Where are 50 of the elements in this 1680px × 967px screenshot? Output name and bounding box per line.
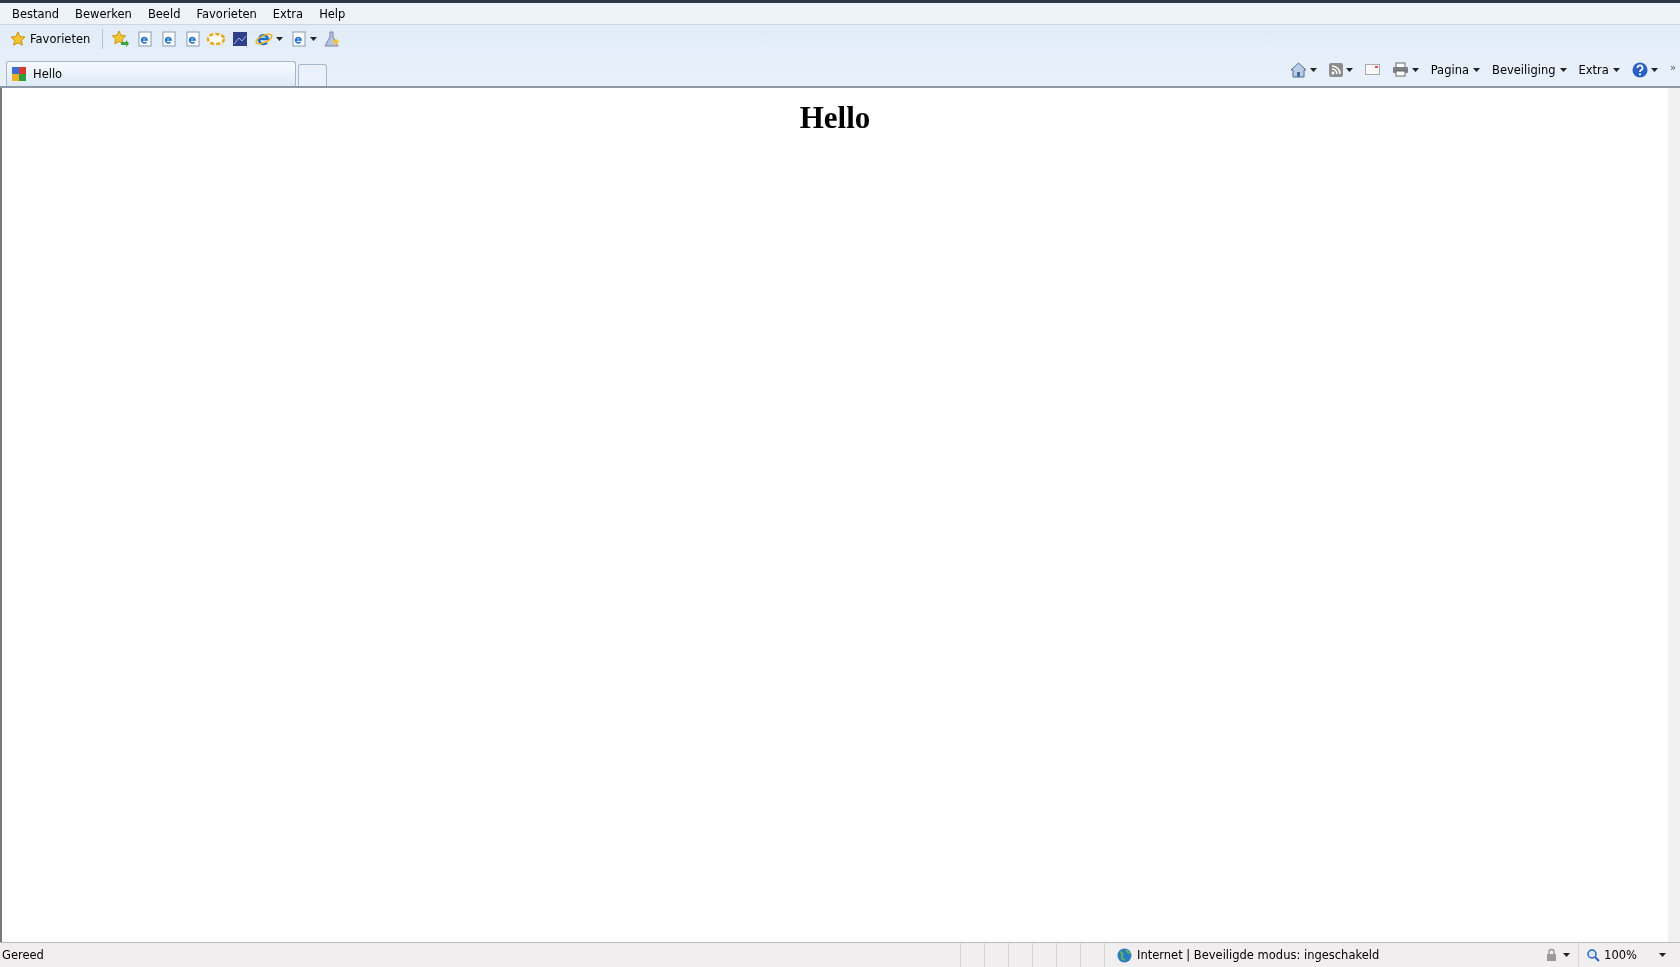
- page-icon[interactable]: [135, 30, 154, 48]
- page-icon[interactable]: [289, 30, 308, 48]
- page-icon[interactable]: [183, 30, 202, 48]
- caret-icon: [1309, 67, 1317, 72]
- menu-item[interactable]: Extra: [264, 6, 312, 21]
- caret-icon: [1411, 67, 1419, 72]
- caret-icon: [1345, 67, 1353, 72]
- caret-icon: [310, 37, 318, 41]
- command-menu[interactable]: Extra: [1578, 62, 1620, 77]
- page-heading: Hello: [799, 100, 871, 136]
- page-dropdown[interactable]: [289, 30, 318, 48]
- menu-item[interactable]: Favorieten: [188, 6, 265, 21]
- favorites-button[interactable]: Favorieten: [6, 29, 95, 49]
- security-zone-text: Internet | Beveiligde modus: ingeschakeld: [1137, 948, 1380, 962]
- print-dropdown[interactable]: [1391, 62, 1419, 77]
- overflow-chevron[interactable]: »: [1669, 61, 1676, 73]
- command-menu[interactable]: Pagina: [1430, 62, 1480, 77]
- globe-icon: [1117, 947, 1132, 963]
- image-icon[interactable]: [231, 30, 250, 48]
- zoom-dropdown[interactable]: 100%: [1578, 943, 1680, 967]
- star-icon: [10, 31, 26, 47]
- flask-star-icon[interactable]: [323, 30, 342, 48]
- menu-item[interactable]: Bestand: [4, 6, 68, 21]
- menu-item[interactable]: Beeld: [139, 6, 189, 21]
- mail-icon[interactable]: [1364, 64, 1380, 75]
- star-arrow-icon[interactable]: [111, 30, 130, 48]
- home-dropdown[interactable]: [1289, 61, 1317, 78]
- magnifier-icon: [1587, 948, 1601, 962]
- caret-icon: [1650, 67, 1658, 72]
- feeds-dropdown[interactable]: [1328, 62, 1353, 77]
- caret-icon: [1659, 953, 1666, 957]
- browser-tab[interactable]: Hello: [6, 61, 296, 86]
- menu-item[interactable]: Bewerken: [67, 6, 140, 21]
- caret-icon: [276, 37, 284, 41]
- page-icon[interactable]: [159, 30, 178, 48]
- caret-icon: [1612, 67, 1620, 72]
- caret-icon: [1563, 953, 1571, 957]
- printer-icon: [1391, 62, 1409, 77]
- feed-icon: [1328, 62, 1343, 77]
- caret-icon: [1559, 67, 1567, 72]
- favicon-icon: [11, 66, 27, 82]
- status-text: Gereed: [1, 948, 45, 962]
- command-menu[interactable]: Beveiliging: [1492, 62, 1567, 77]
- ie-logo-icon: [255, 30, 274, 48]
- ie-dropdown[interactable]: [255, 30, 284, 48]
- help-dropdown[interactable]: [1631, 61, 1658, 78]
- caret-icon: [1473, 67, 1480, 72]
- menu-item[interactable]: Help: [311, 6, 354, 21]
- house-icon: [1289, 61, 1307, 78]
- help-icon: [1631, 61, 1648, 78]
